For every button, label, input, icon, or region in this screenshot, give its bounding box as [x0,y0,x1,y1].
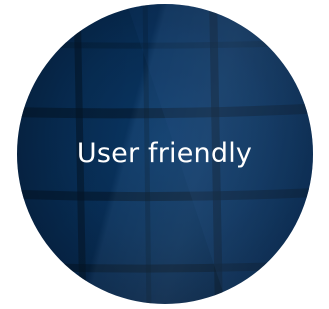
page-canvas: User friendly [0,0,329,309]
badge-label: User friendly [76,138,253,169]
